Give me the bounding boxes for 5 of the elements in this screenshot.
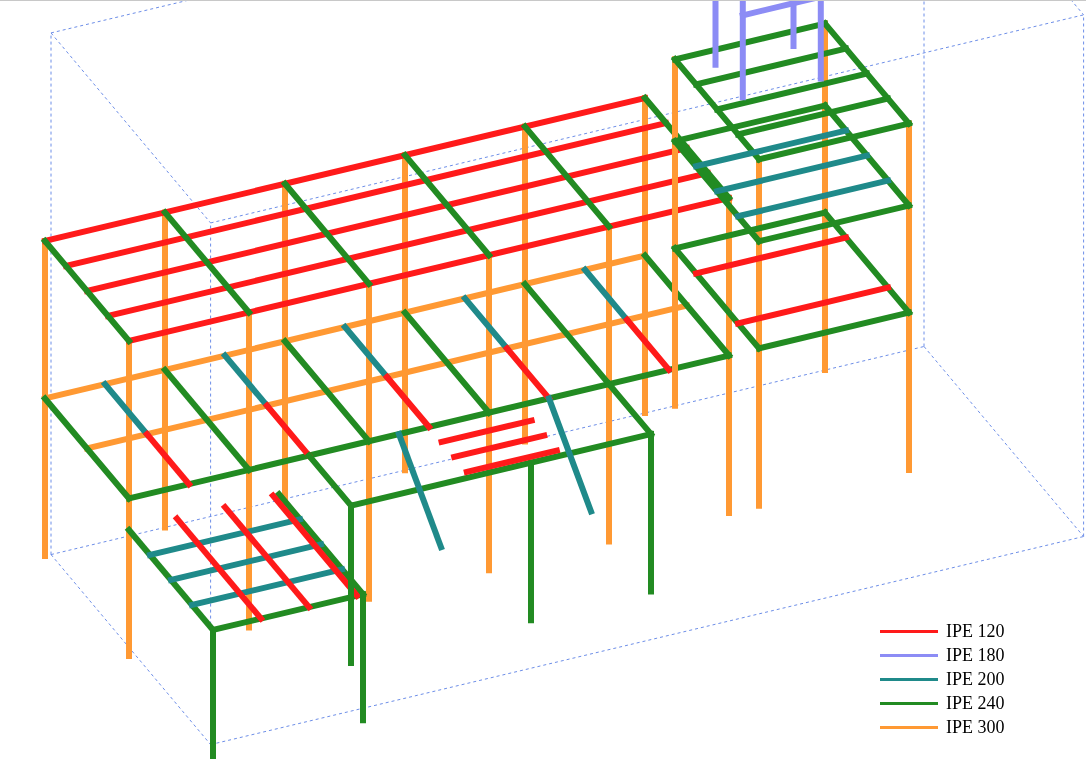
legend-label: IPE 300 — [946, 717, 1005, 738]
legend-label: IPE 120 — [946, 621, 1005, 642]
legend-label: IPE 180 — [946, 645, 1005, 666]
legend-label: IPE 240 — [946, 693, 1005, 714]
legend-label: IPE 200 — [946, 669, 1005, 690]
